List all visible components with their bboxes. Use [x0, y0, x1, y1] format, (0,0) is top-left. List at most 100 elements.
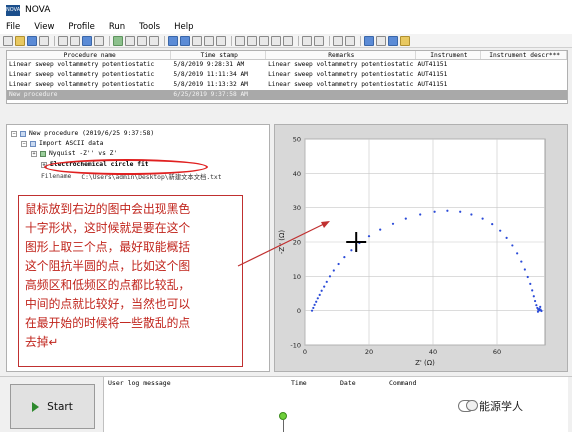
- data-point: [481, 217, 484, 220]
- data-point: [516, 252, 519, 255]
- y-tick-label: 40: [293, 170, 301, 178]
- nyquist-chart[interactable]: -10010203040500 20 40 60Z' (Ω)-Z'' (Ω): [275, 125, 569, 373]
- tree-item-label: Import ASCII data: [39, 140, 104, 147]
- log-column-time[interactable]: Time: [287, 377, 336, 389]
- data-point: [520, 260, 523, 263]
- data-point: [320, 289, 323, 292]
- view-results-icon[interactable]: [192, 35, 202, 46]
- log-header: User log message Time Date Command: [104, 377, 568, 389]
- table-row-selected[interactable]: New procedure 6/25/2019 9:37:58 AM: [7, 90, 567, 100]
- import-icon[interactable]: [94, 35, 104, 46]
- data-point: [315, 300, 318, 303]
- column-header[interactable]: Instrument: [416, 51, 482, 59]
- data-point: [318, 293, 321, 296]
- pause-icon[interactable]: [125, 35, 135, 46]
- x-tick-label: 20: [365, 348, 373, 356]
- menu-tools[interactable]: Tools: [139, 22, 160, 32]
- log-column-message[interactable]: User log message: [104, 377, 287, 389]
- menu-help[interactable]: Help: [174, 22, 193, 32]
- view-multiple-icon[interactable]: [204, 35, 214, 46]
- export-icon[interactable]: [82, 35, 92, 46]
- cell-instrument: AUT41151: [417, 61, 448, 68]
- y-tick-label: 50: [293, 136, 301, 144]
- tree-item-import[interactable]: − Import ASCII data: [21, 140, 103, 147]
- data-point: [379, 228, 382, 231]
- setup-view-icon[interactable]: [70, 35, 80, 46]
- cell-instrument-description: [481, 70, 567, 80]
- grid-icon[interactable]: [388, 35, 398, 46]
- expand-icon[interactable]: +: [31, 150, 37, 157]
- cell-procedure-name: New procedure: [9, 91, 58, 98]
- menu-bar: File View Profile Run Tools Help: [0, 20, 572, 34]
- refresh-icon[interactable]: [168, 35, 178, 46]
- tree-item-root[interactable]: − New procedure (2019/6/25 9:37:58): [11, 130, 154, 137]
- record-icon[interactable]: [333, 35, 343, 46]
- nyquist-chart-panel[interactable]: -10 0 10 20 30 40 50 0 20 40 60 Z' (Ω) -Z'' (Ω): [274, 124, 568, 372]
- stop-icon[interactable]: [137, 35, 147, 46]
- link-icon[interactable]: [235, 35, 245, 46]
- save-icon[interactable]: [27, 35, 37, 46]
- chart-icon[interactable]: [364, 35, 374, 46]
- start-button-label: Start: [47, 400, 73, 413]
- table-row[interactable]: Linear sweep voltammetry potentiostatic …: [7, 60, 567, 70]
- data-point: [433, 210, 436, 213]
- collapse-icon[interactable]: −: [21, 140, 27, 147]
- data-point: [540, 309, 543, 313]
- cell-procedure-name: Linear sweep voltammetry potentiostatic: [9, 71, 155, 78]
- data-point: [526, 275, 529, 279]
- x-tick-label: 40: [429, 348, 437, 356]
- database-icon[interactable]: [400, 35, 410, 46]
- menu-run[interactable]: Run: [109, 22, 125, 32]
- redo-icon[interactable]: [314, 35, 324, 46]
- play-icon[interactable]: [113, 35, 123, 46]
- data-point: [459, 210, 462, 213]
- undo-icon[interactable]: [302, 35, 312, 46]
- view-analysis-icon[interactable]: [216, 35, 226, 46]
- step-icon[interactable]: [149, 35, 159, 46]
- menu-view[interactable]: View: [34, 22, 54, 32]
- data-point: [325, 280, 328, 283]
- log-column-date[interactable]: Date: [336, 377, 385, 389]
- column-header[interactable]: Remarks: [266, 51, 416, 59]
- cut-icon[interactable]: [259, 35, 269, 46]
- column-header[interactable]: Procedure name: [7, 51, 172, 59]
- cell-remarks: Linear sweep voltammetry potentiostatic: [268, 81, 414, 88]
- column-header[interactable]: Time stamp: [171, 51, 267, 59]
- new-icon[interactable]: [3, 35, 13, 46]
- import-data-icon: [30, 140, 36, 147]
- data-point: [350, 249, 353, 252]
- table-row[interactable]: Linear sweep voltammetry potentiostatic …: [7, 80, 567, 90]
- copy-icon[interactable]: [271, 35, 281, 46]
- dropdown-icon[interactable]: [345, 35, 355, 46]
- y-tick-label: 0: [297, 307, 301, 315]
- menu-profile[interactable]: Profile: [68, 22, 94, 32]
- menu-file[interactable]: File: [6, 22, 20, 32]
- cell-instrument: AUT41151: [417, 81, 448, 88]
- open-icon[interactable]: [15, 35, 25, 46]
- procedure-table: Procedure name Time stamp Remarks Instru…: [6, 50, 568, 104]
- analysis-icon[interactable]: [376, 35, 386, 46]
- status-led-stem: [282, 420, 284, 432]
- data-point: [536, 310, 540, 313]
- cell-procedure-name: Linear sweep voltammetry potentiostatic: [9, 81, 155, 88]
- save-as-icon[interactable]: [39, 35, 49, 46]
- x-tick-label: 0: [303, 348, 307, 356]
- tree-item-label: New procedure (2019/6/25 9:37:58): [29, 130, 155, 137]
- tree-item-nyquist[interactable]: + Nyquist -Z'' vs Z': [31, 150, 117, 157]
- start-button[interactable]: Start: [10, 384, 95, 429]
- column-header[interactable]: Instrument descr***: [481, 51, 567, 59]
- toolbar-separator: [329, 35, 330, 46]
- unlink-icon[interactable]: [247, 35, 257, 46]
- log-column-command[interactable]: Command: [385, 377, 445, 389]
- plot-icon: [40, 150, 46, 157]
- toolbar-separator: [109, 35, 110, 46]
- data-point: [316, 297, 319, 300]
- status-led-icon: [279, 412, 287, 420]
- procedure-setup-icon[interactable]: [58, 35, 68, 46]
- cell-instrument-description: [481, 60, 567, 70]
- view-setup-icon[interactable]: [180, 35, 190, 46]
- paste-icon[interactable]: [283, 35, 293, 46]
- y-axis-label: -Z'' (Ω): [278, 230, 286, 254]
- collapse-icon[interactable]: −: [11, 130, 17, 137]
- table-row[interactable]: Linear sweep voltammetry potentiostatic …: [7, 70, 567, 80]
